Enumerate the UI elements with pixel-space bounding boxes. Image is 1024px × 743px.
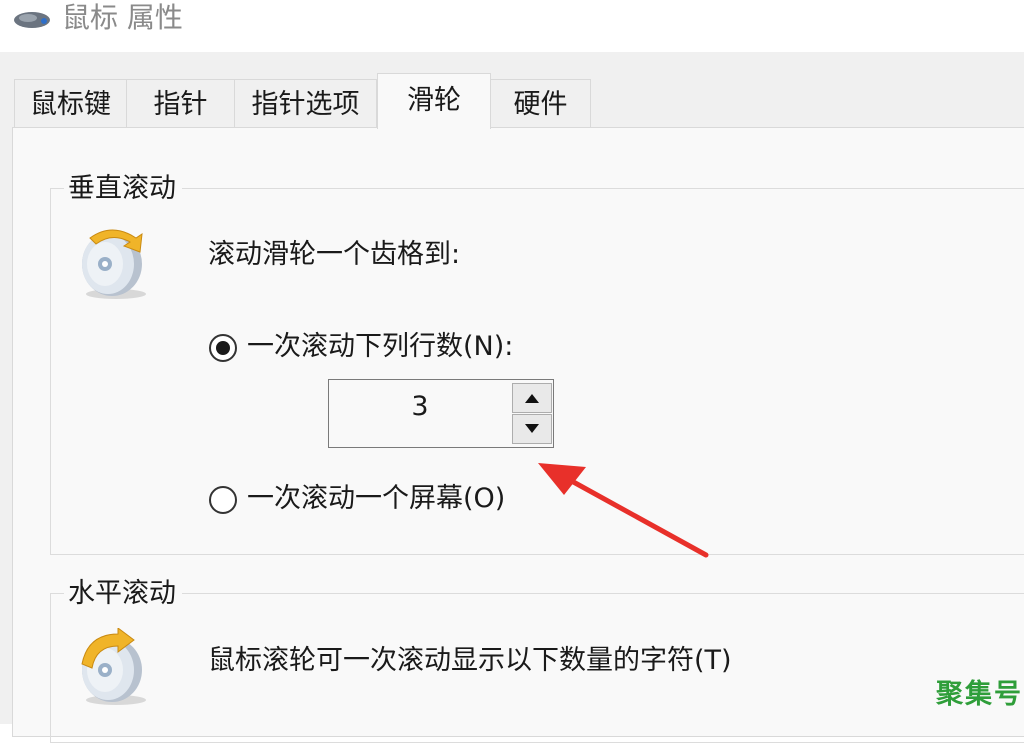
watermark: 聚集号 xyxy=(936,679,1023,710)
scroll-wheel-horizontal-icon xyxy=(81,628,146,705)
vertical-scroll-legend: 垂直滚动 xyxy=(64,172,182,206)
tab-pointers[interactable]: 指针 xyxy=(126,79,235,127)
tab-buttons[interactable]: 鼠标键 xyxy=(14,79,127,127)
lines-input[interactable]: 3 xyxy=(329,380,511,447)
tab-wheel[interactable]: 滑轮 xyxy=(377,73,491,129)
red-arrow-annotation xyxy=(538,463,709,558)
radio-scroll-lines[interactable] xyxy=(209,334,237,362)
radio-selected-dot xyxy=(216,341,230,355)
lines-spinbox[interactable]: 3 xyxy=(328,379,554,448)
title-bar: 鼠标 属性 xyxy=(0,0,1024,52)
spin-down-button[interactable] xyxy=(512,414,552,444)
mouse-icon xyxy=(14,12,50,28)
vertical-scroll-description: 滚动滑轮一个齿格到: xyxy=(208,239,461,270)
radio-scroll-screen[interactable] xyxy=(209,486,237,514)
arrow-down-icon xyxy=(525,424,539,433)
radio-scroll-screen-label[interactable]: 一次滚动一个屏幕(O) xyxy=(247,482,505,516)
radio-scroll-lines-label[interactable]: 一次滚动下列行数(N): xyxy=(247,330,513,364)
tab-pointer-options[interactable]: 指针选项 xyxy=(234,79,377,127)
window-title: 鼠标 属性 xyxy=(62,1,183,34)
arrow-up-icon xyxy=(525,394,539,403)
tab-hardware[interactable]: 硬件 xyxy=(490,79,591,127)
horizontal-scroll-legend: 水平滚动 xyxy=(64,577,182,611)
spin-up-button[interactable] xyxy=(512,383,552,413)
horizontal-scroll-description: 鼠标滚轮可一次滚动显示以下数量的字符(T) xyxy=(208,645,732,676)
scroll-wheel-vertical-icon xyxy=(82,229,146,299)
